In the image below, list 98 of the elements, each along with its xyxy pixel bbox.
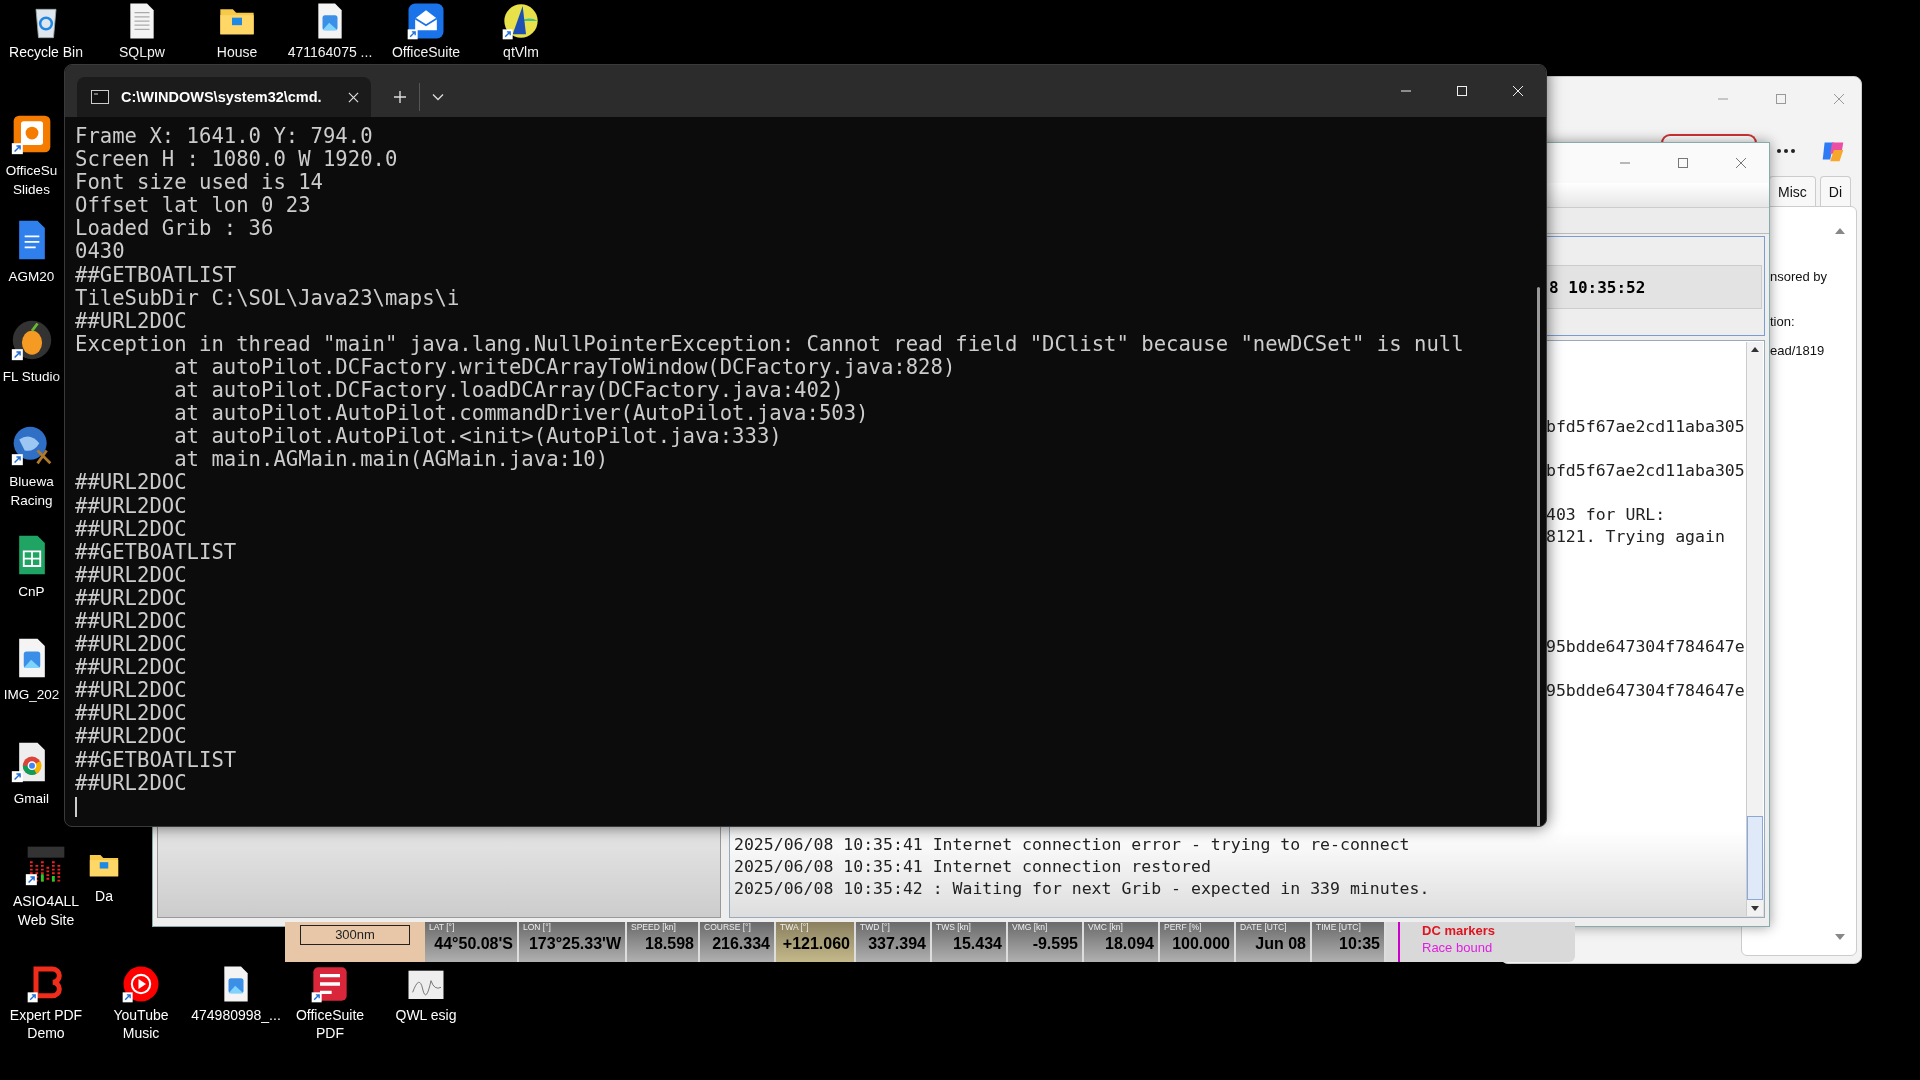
log-line: bfd5f67ae2cd11aba305 bbox=[1546, 461, 1745, 481]
chevron-down-icon[interactable] bbox=[432, 93, 444, 101]
scroll-thumb[interactable] bbox=[1747, 816, 1763, 900]
console-line: Loaded Grib : 36 bbox=[75, 217, 275, 241]
cell-label: TIME [UTC] bbox=[1316, 922, 1361, 933]
cell-label: PERF [%] bbox=[1164, 922, 1202, 933]
console-line: ##URL2DOC bbox=[75, 309, 188, 333]
desktop-shortcut[interactable]: OfficeSuite PDF bbox=[284, 964, 376, 1042]
console-line: Offset lat lon 0 23 bbox=[75, 194, 312, 218]
cell-value: 15.434 bbox=[953, 934, 1002, 954]
cell-value: +121.060 bbox=[782, 934, 850, 954]
range-field[interactable]: 300nm bbox=[300, 925, 410, 945]
log-line: 2025/06/08 10:35:41 Internet connection error - trying to re-connect bbox=[734, 835, 1410, 855]
desktop-shortcut[interactable]: AGM20 bbox=[0, 218, 63, 286]
page-text: ead/1819 bbox=[1770, 343, 1825, 358]
desktop-shortcut[interactable]: FL Studio bbox=[0, 318, 63, 386]
console-line: at autoPilot.DCFactory.loadDCArray(DCFactory.java:402) bbox=[173, 379, 845, 403]
console-line: ##URL2DOC bbox=[75, 702, 188, 726]
desktop-shortcut[interactable]: IMG_202 bbox=[0, 636, 63, 704]
log-line: 95bdde647304f784647e bbox=[1546, 637, 1745, 657]
cell-label: LON [°] bbox=[523, 922, 551, 933]
cell-value: 44°50.08'S bbox=[434, 934, 513, 954]
desktop-shortcut[interactable]: OfficeSu Slides bbox=[0, 112, 63, 199]
desktop-shortcut[interactable]: House bbox=[191, 1, 283, 61]
console-line: ##URL2DOC bbox=[75, 679, 188, 703]
cell-value: Jun 08 bbox=[1255, 934, 1306, 954]
console-line: at main.AGMain.main(AGMain.java:10) bbox=[173, 448, 610, 472]
console-line: ##URL2DOC bbox=[75, 494, 188, 518]
log-line: 403 for URL: bbox=[1546, 505, 1666, 525]
add-icon[interactable] bbox=[393, 90, 407, 104]
cell-label: COURSE [°] bbox=[704, 922, 751, 933]
scrollbar[interactable] bbox=[1746, 342, 1763, 916]
terminal-icon bbox=[91, 90, 109, 104]
console-line: Font size used is 14 bbox=[75, 171, 324, 195]
desktop-shortcut[interactable]: Bluewa Racing bbox=[0, 423, 63, 510]
console-line: at autoPilot.AutoPilot.<init>(AutoPilot.java:333) bbox=[173, 425, 783, 449]
cell-label: LAT [°] bbox=[429, 922, 455, 933]
cell-value: -9.595 bbox=[1032, 934, 1078, 954]
scroll-down-icon[interactable] bbox=[1750, 905, 1760, 913]
console-line: ##URL2DOC bbox=[75, 609, 188, 634]
cell-value: 216.334 bbox=[712, 934, 770, 954]
cell-label: SPEED [kn] bbox=[631, 922, 676, 933]
cell-label: TWD [°] bbox=[860, 922, 890, 933]
more-icon[interactable] bbox=[1776, 148, 1796, 154]
console-line: Frame X: 1641.0 Y: 794.0 bbox=[75, 125, 374, 149]
cell-label: TWS [kn] bbox=[936, 922, 971, 933]
desktop-shortcut[interactable]: qtVlm bbox=[475, 1, 567, 61]
desktop-shortcut[interactable]: 474980998_... bbox=[190, 964, 282, 1024]
desktop-shortcut[interactable]: YouTube Music bbox=[95, 964, 187, 1042]
console-line: ##URL2DOC bbox=[75, 586, 188, 610]
cell-label: DATE [UTC] bbox=[1240, 922, 1287, 933]
console-line: at autoPilot.DCFactory.writeDCArrayToWindow(DCFactory.java:828) bbox=[174, 355, 957, 380]
console-line: Exception in thread "main" java.lang.NullPointerException: Cannot read field "DClist" because "newDCSet" is null bbox=[75, 332, 1465, 356]
console-line: ##URL2DOC bbox=[75, 725, 188, 749]
log-line: 2025/06/08 10:35:42 : Waiting for next Grib - expected in 339 minutes. bbox=[734, 879, 1430, 899]
page-text: nsored by bbox=[1770, 269, 1828, 284]
console-line: ##URL2DOC bbox=[75, 771, 188, 795]
cell-value: 173°25.33'W bbox=[528, 934, 621, 954]
console-line: ##GETBOATLIST bbox=[75, 540, 238, 564]
browser-tab[interactable]: Di bbox=[1819, 176, 1851, 207]
console-line: Screen H : 1080.0 W 1920.0 bbox=[75, 148, 399, 172]
console-line: ##URL2DOC bbox=[75, 517, 188, 541]
clock-text: 8 10:35:52 bbox=[1549, 277, 1646, 297]
console-line: at autoPilot.AutoPilot.commandDriver(AutoPilot.java:503) bbox=[173, 402, 870, 426]
cell-label: TWA [°] bbox=[780, 922, 809, 933]
cell-label: VMC [kn] bbox=[1088, 922, 1123, 933]
cell-value: 18.094 bbox=[1105, 934, 1154, 954]
console-line: 0430 bbox=[75, 240, 126, 264]
scroll-up-icon[interactable] bbox=[1750, 345, 1760, 353]
console-line: ##URL2DOC bbox=[75, 633, 188, 657]
console-line: ##GETBOATLIST bbox=[75, 748, 238, 772]
console-line: ##URL2DOC bbox=[75, 563, 188, 587]
text-cursor bbox=[75, 796, 77, 817]
desktop-shortcut[interactable]: Expert PDF Demo bbox=[0, 964, 92, 1042]
log-line: bfd5f67ae2cd11aba305 bbox=[1546, 417, 1745, 437]
desktop-shortcut[interactable]: 471164075 ... bbox=[284, 1, 376, 61]
desktop-shortcut[interactable]: Gmail bbox=[0, 740, 63, 808]
desktop-shortcut[interactable]: OfficeSuite bbox=[380, 1, 472, 61]
console-line: ##GETBOATLIST bbox=[75, 263, 238, 287]
page-text: tion: bbox=[1770, 314, 1795, 329]
browser-tab[interactable]: Misc bbox=[1769, 176, 1816, 207]
console-line: ##URL2DOC bbox=[75, 471, 188, 495]
desktop-shortcut[interactable]: QWL esig bbox=[380, 964, 472, 1024]
cell-value: 100.000 bbox=[1172, 934, 1230, 954]
console-line: TileSubDir C:\SOL\Java23\maps\i bbox=[75, 286, 461, 310]
cell-value: 337.394 bbox=[868, 934, 926, 954]
log-line: 8121. Trying again bbox=[1546, 527, 1725, 547]
scrollbar[interactable] bbox=[1537, 287, 1540, 826]
desktop-shortcut[interactable]: SQLpw bbox=[96, 1, 188, 61]
desktop-shortcut[interactable]: CnP bbox=[0, 533, 63, 601]
desktop-shortcut[interactable]: Recycle Bin bbox=[0, 1, 92, 61]
log-line: 2025/06/08 10:35:41 Internet connection restored bbox=[734, 857, 1211, 877]
console-line: ##URL2DOC bbox=[75, 656, 188, 680]
console-tab[interactable]: C:\WINDOWS\system32\cmd. bbox=[77, 77, 371, 117]
log-line: 95bdde647304f784647e bbox=[1546, 681, 1745, 701]
cell-label: VMG [kn] bbox=[1012, 922, 1048, 933]
cell-value: 10:35 bbox=[1339, 934, 1380, 954]
cell-value: 18.598 bbox=[645, 934, 694, 954]
